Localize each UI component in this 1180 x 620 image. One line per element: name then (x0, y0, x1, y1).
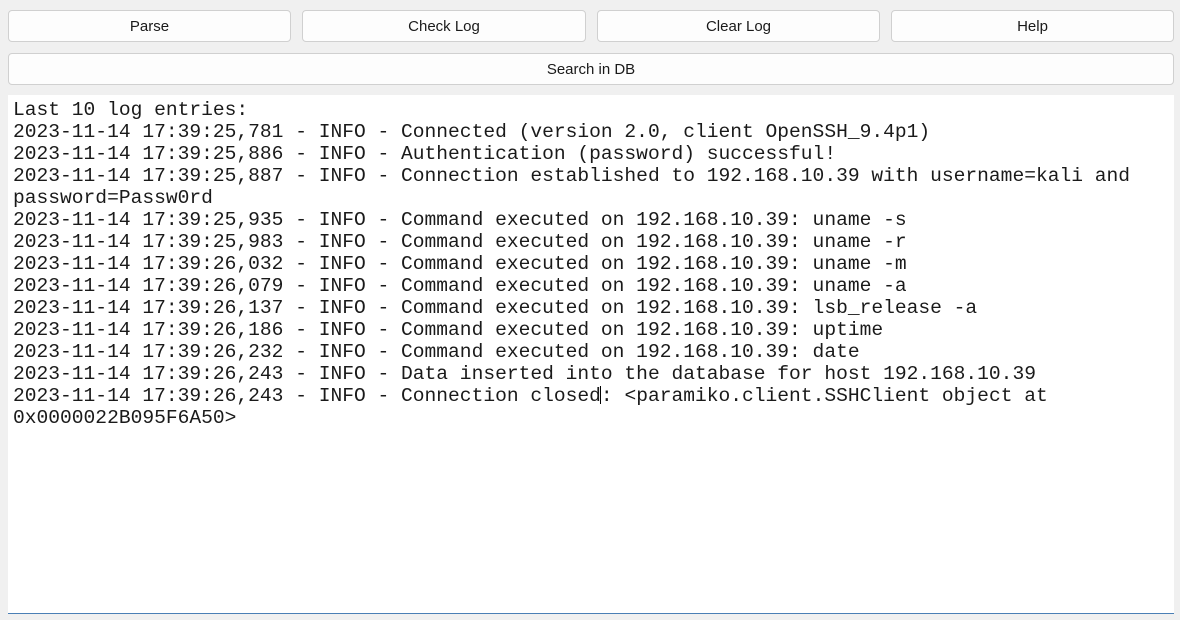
clear-log-button[interactable]: Clear Log (597, 10, 880, 42)
log-line: 2023-11-14 17:39:26,243 - INFO - Data in… (13, 363, 1036, 385)
log-line-last-start: 2023-11-14 17:39:26,243 - INFO - Connect… (13, 385, 601, 407)
log-line: 2023-11-14 17:39:26,232 - INFO - Command… (13, 341, 860, 363)
parse-button[interactable]: Parse (8, 10, 291, 42)
log-line: 2023-11-14 17:39:25,983 - INFO - Command… (13, 231, 907, 253)
log-line: 2023-11-14 17:39:25,887 - INFO - Connect… (13, 165, 1142, 209)
log-line: 2023-11-14 17:39:26,079 - INFO - Command… (13, 275, 907, 297)
log-header: Last 10 log entries: (13, 99, 249, 121)
search-in-db-button[interactable]: Search in DB (8, 53, 1174, 85)
log-line: 2023-11-14 17:39:25,886 - INFO - Authent… (13, 143, 837, 165)
log-text-area[interactable]: Last 10 log entries: 2023-11-14 17:39:25… (8, 95, 1174, 614)
log-line: 2023-11-14 17:39:26,186 - INFO - Command… (13, 319, 884, 341)
log-line: 2023-11-14 17:39:25,781 - INFO - Connect… (13, 121, 931, 143)
log-line-last: 2023-11-14 17:39:26,243 - INFO - Connect… (13, 385, 1169, 429)
check-log-button[interactable]: Check Log (302, 10, 586, 42)
log-line: 2023-11-14 17:39:26,032 - INFO - Command… (13, 253, 907, 275)
help-button[interactable]: Help (891, 10, 1174, 42)
log-line: 2023-11-14 17:39:25,935 - INFO - Command… (13, 209, 907, 231)
log-line: 2023-11-14 17:39:26,137 - INFO - Command… (13, 297, 978, 319)
